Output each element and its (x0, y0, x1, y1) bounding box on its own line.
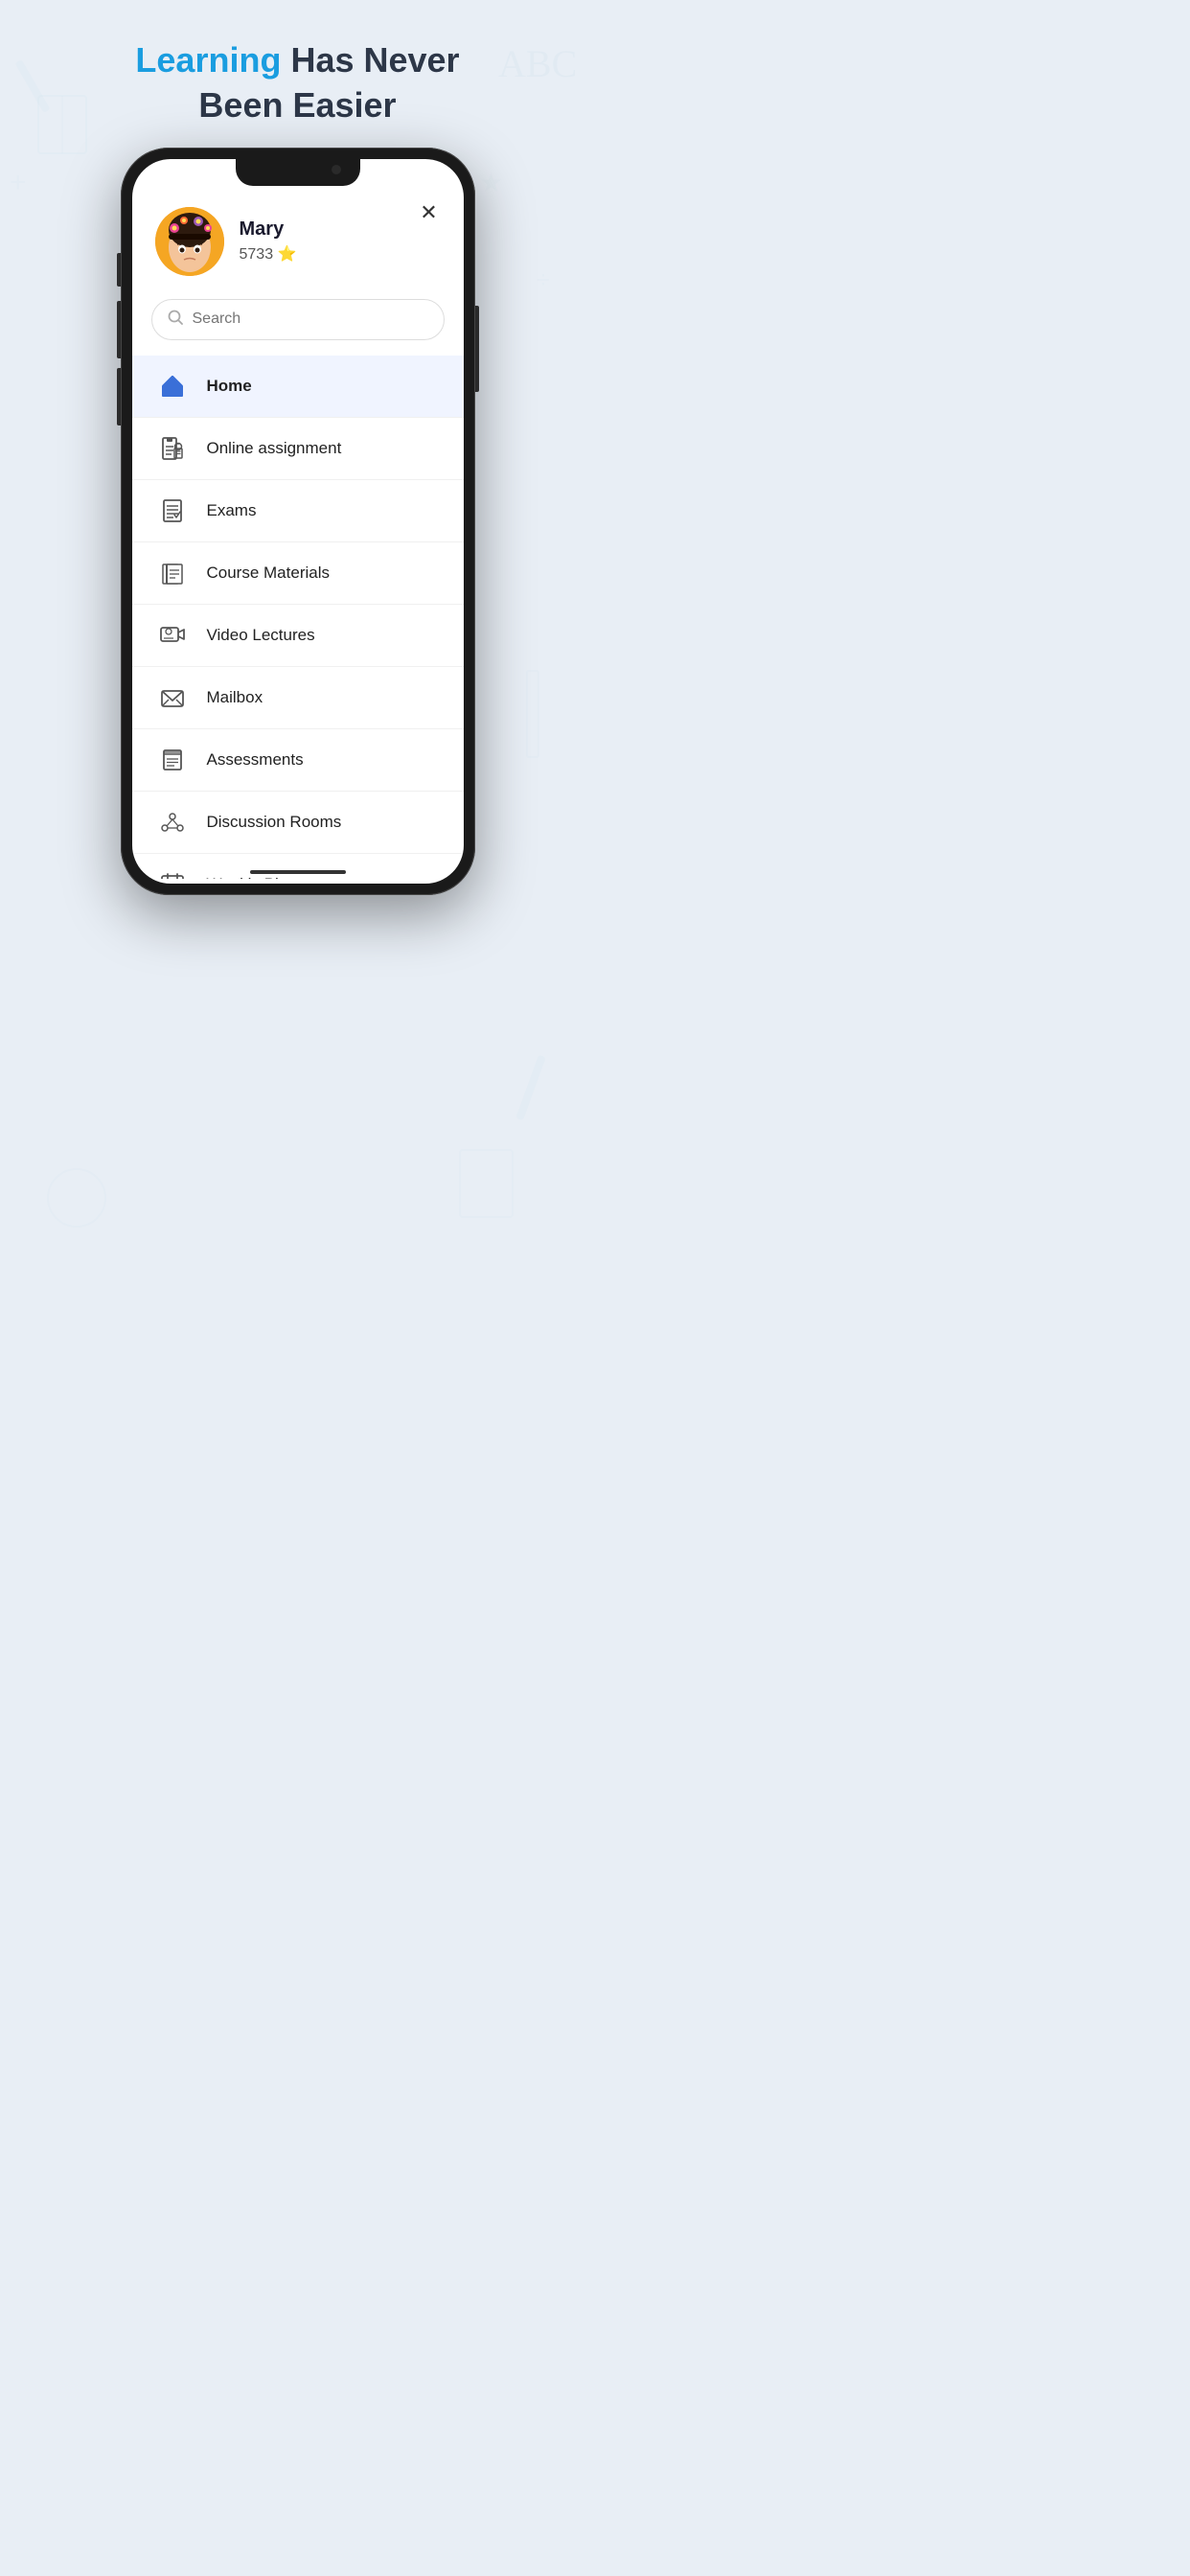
menu-item-weekly-plan[interactable]: Weekly Plan (132, 854, 464, 879)
menu-label-mailbox: Mailbox (207, 688, 263, 707)
home-bar (250, 870, 346, 874)
weekly-plan-icon (155, 867, 190, 879)
phone-notch (236, 159, 360, 186)
menu-label-exams: Exams (207, 501, 257, 520)
search-input[interactable] (193, 310, 428, 328)
course-materials-icon (155, 556, 190, 590)
menu-label-video-lectures: Video Lectures (207, 626, 315, 645)
video-lectures-icon (155, 618, 190, 653)
menu-item-discussion-rooms[interactable]: Discussion Rooms (132, 792, 464, 854)
avatar (155, 207, 224, 276)
header-line2: Been Easier (198, 85, 396, 125)
search-icon (168, 310, 183, 330)
menu-label-online-assignment: Online assignment (207, 439, 342, 458)
close-button[interactable]: ✕ (414, 197, 445, 228)
menu-label-assessments: Assessments (207, 750, 304, 770)
menu-label-home: Home (207, 377, 252, 396)
search-bar[interactable] (151, 299, 445, 340)
user-info: Mary 5733 ⭐ (240, 218, 297, 264)
phone-button-vol-up (117, 301, 121, 358)
menu-label-weekly-plan: Weekly Plan (207, 875, 297, 879)
exams-icon (155, 494, 190, 528)
page-header: Learning Has Never Been Easier (135, 0, 459, 128)
menu-item-video-lectures[interactable]: Video Lectures (132, 605, 464, 667)
menu-item-mailbox[interactable]: Mailbox (132, 667, 464, 729)
menu-item-home[interactable]: Home (132, 356, 464, 418)
svg-text:÷: ÷ (537, 266, 550, 293)
online-assignment-icon (155, 431, 190, 466)
menu-item-exams[interactable]: Exams (132, 480, 464, 542)
phone-button-mute (117, 253, 121, 287)
svg-text:+: + (10, 167, 27, 198)
mailbox-icon (155, 680, 190, 715)
menu-item-online-assignment[interactable]: Online assignment (132, 418, 464, 480)
svg-text:ABC: ABC (498, 42, 577, 85)
phone-frame: ✕ (121, 148, 475, 895)
menu-list: Home (132, 356, 464, 879)
header-rest: Has Never (281, 40, 459, 80)
menu-item-course-materials[interactable]: Course Materials (132, 542, 464, 605)
header-highlight: Learning (135, 40, 281, 80)
menu-label-discussion-rooms: Discussion Rooms (207, 813, 342, 832)
user-name: Mary (240, 218, 297, 241)
svg-text:★: ★ (479, 168, 503, 197)
phone-button-vol-down (117, 368, 121, 426)
user-points: 5733 ⭐ (240, 244, 297, 264)
phone-button-power (475, 306, 479, 392)
home-icon (155, 369, 190, 403)
phone-screen: ✕ (132, 159, 464, 884)
menu-item-assessments[interactable]: Assessments (132, 729, 464, 792)
menu-label-course-materials: Course Materials (207, 564, 331, 583)
assessments-icon (155, 743, 190, 777)
discussion-rooms-icon (155, 805, 190, 840)
